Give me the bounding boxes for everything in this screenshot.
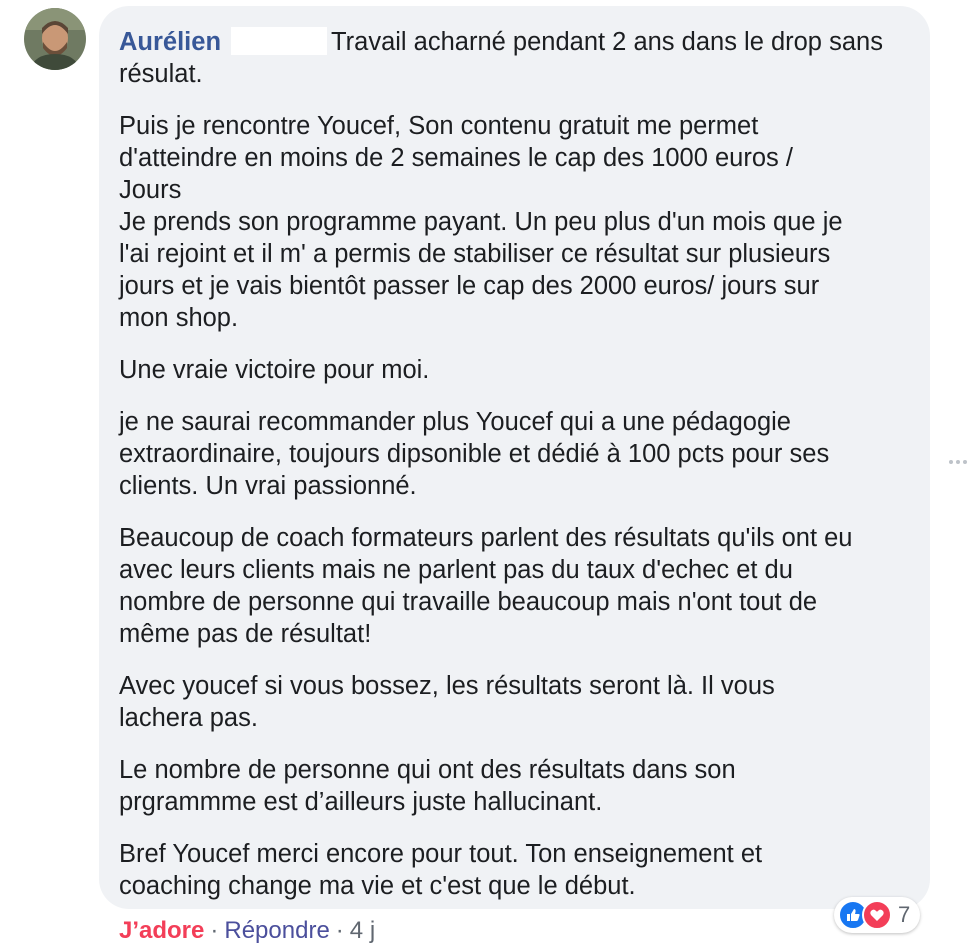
love-reaction-link[interactable]: J’adore [119, 917, 204, 944]
more-dot [956, 460, 960, 464]
comment-age[interactable]: 4 j [350, 917, 375, 944]
comment-paragraph: je ne saurai recommander plus Youcef qui… [119, 408, 830, 500]
comment-paragraph: Puis je rencontre Youcef, Son contenu gr… [119, 112, 843, 332]
reactions-summary[interactable]: 7 [834, 897, 921, 933]
comment-paragraph: Le nombre de personne qui ont des résult… [119, 756, 736, 816]
more-dot [963, 460, 967, 464]
reaction-count: 7 [898, 902, 911, 927]
comment-paragraph: Avec youcef si vous bossez, les résultat… [119, 672, 775, 732]
separator: · [335, 917, 344, 944]
more-options-icon[interactable] [949, 460, 967, 466]
comment-paragraph: Beaucoup de coach formateurs parlent des… [119, 524, 853, 648]
redacted-name [231, 27, 328, 55]
more-dot [949, 460, 953, 464]
love-icon [862, 900, 892, 930]
comment-bubble: Aurélien Travail acharné pendant 2 ans da… [99, 6, 930, 909]
comment-actions: J’adore · Répondre · 4 j [119, 915, 375, 947]
comment-author[interactable]: Aurélien [119, 28, 221, 56]
comment-paragraph: Une vraie victoire pour moi. [119, 356, 430, 384]
avatar[interactable] [24, 8, 86, 70]
separator: · [210, 917, 219, 944]
comment-first-line: Aurélien Travail acharné pendant 2 ans da… [119, 26, 910, 90]
comment-paragraph: Bref Youcef merci encore pour tout. Ton … [119, 840, 763, 900]
reply-link[interactable]: Répondre [224, 917, 329, 944]
